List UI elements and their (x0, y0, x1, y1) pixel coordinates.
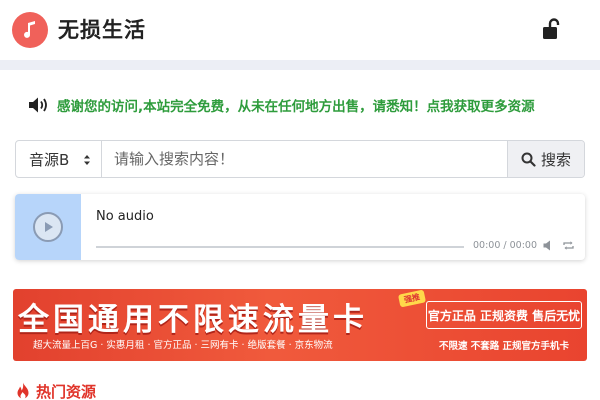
source-select[interactable]: 音源B (16, 141, 102, 177)
speaker-icon (29, 97, 47, 113)
unlock-icon[interactable] (541, 18, 561, 40)
progress-bar[interactable] (96, 246, 464, 248)
notice-text[interactable]: 感谢您的访问,本站完全免费，从未在任何地方出售，请悉知！点我获取更多资源 (57, 95, 535, 115)
source-select-value: 音源B (29, 150, 70, 169)
banner-right-bottom: 不限速 不套路 正规官方手机卡 (438, 341, 570, 352)
banner-subline: 超大流量上百G · 实惠月租 · 官方正品 · 三网有卡 · 绝版套餐 · 京东… (33, 340, 333, 351)
audio-player: No audio 00:00 / 00:00 (15, 194, 585, 260)
banner-tag: 强推 (397, 289, 427, 308)
sort-arrows-icon (84, 155, 90, 165)
banner-right-box: 官方正品 正规资费 售后无忧 (426, 301, 582, 329)
track-title: No audio (96, 209, 154, 224)
fire-icon (17, 382, 29, 400)
notice-bar[interactable]: 感谢您的访问,本站完全免费，从未在任何地方出售，请悉知！点我获取更多资源 (28, 94, 588, 116)
logo[interactable] (12, 12, 48, 48)
volume-icon[interactable] (543, 240, 553, 251)
banner-headline: 全国通用不限速流量卡 (18, 302, 368, 338)
hot-section-heading: 热门资源 (15, 381, 96, 400)
hot-section-title: 热门资源 (36, 382, 97, 400)
site-title[interactable]: 无损生活 (58, 14, 146, 44)
album-cover (15, 194, 81, 260)
promo-banner[interactable]: 全国通用不限速流量卡 强推 超大流量上百G · 实惠月租 · 官方正品 · 三网… (13, 289, 587, 361)
play-icon (45, 222, 53, 232)
loop-icon[interactable] (563, 240, 574, 251)
search-button-label: 搜索 (540, 150, 571, 169)
search-bar: 音源B 搜索 (15, 140, 585, 178)
search-icon (521, 152, 536, 167)
search-input[interactable] (102, 141, 507, 177)
time-display: 00:00 / 00:00 (473, 240, 537, 251)
music-note-icon (24, 21, 35, 38)
top-bar: 无损生活 (0, 0, 600, 60)
play-button[interactable] (33, 212, 63, 242)
search-button[interactable]: 搜索 (507, 141, 584, 177)
banner-right-top: 官方正品 正规资费 售后无忧 (427, 308, 581, 323)
header-divider (0, 60, 600, 70)
